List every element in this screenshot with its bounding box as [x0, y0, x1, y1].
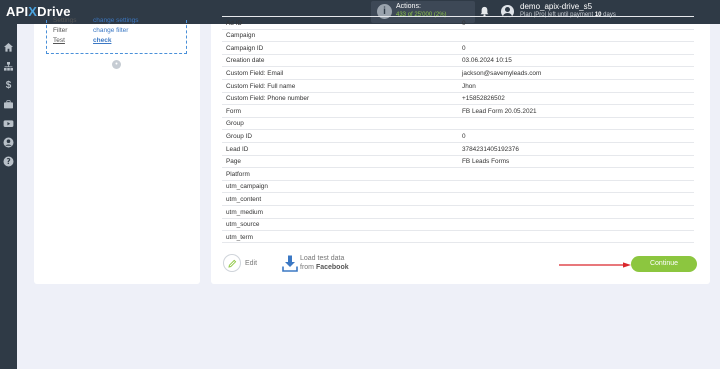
check-link[interactable]: check: [93, 37, 111, 44]
field-value: +15852826502: [462, 95, 505, 103]
field-key: Lead ID: [226, 145, 249, 153]
sidebar: $ ?: [0, 24, 17, 369]
field-value: FB Lead Form 20.05.2021: [462, 107, 537, 115]
expand-dot-icon[interactable]: •: [112, 60, 121, 69]
field-value: jackson@savemyleads.com: [462, 69, 542, 77]
actions-label: Actions:: [396, 3, 421, 10]
field-row: Platform: [222, 167, 694, 180]
field-key: utm_content: [226, 195, 262, 203]
field-row: Group ID 0: [222, 129, 694, 142]
field-row: Ad ID 0: [222, 16, 694, 29]
field-row: Creation date 03.06.2024 10:15: [222, 53, 694, 67]
help-icon[interactable]: ?: [3, 156, 14, 167]
field-key: Custom Field: Full name: [226, 82, 296, 90]
svg-text:?: ?: [6, 157, 10, 166]
field-value: 0: [462, 19, 466, 27]
field-row: Page FB Leads Forms: [222, 154, 694, 168]
field-key: Custom Field: Phone number: [226, 95, 310, 103]
pencil-icon: [228, 259, 237, 268]
edit-button[interactable]: [223, 254, 241, 272]
field-value: 03.06.2024 10:15: [462, 57, 512, 65]
field-key: Campaign: [226, 32, 256, 40]
field-row: utm_campaign: [222, 179, 694, 193]
step-summary-box: Settings change settings Filter change f…: [46, 17, 187, 54]
left-settings-panel: Settings change settings Filter change f…: [34, 17, 200, 284]
field-row: utm_term: [222, 230, 694, 243]
field-row: Campaign ID 0: [222, 41, 694, 54]
field-value: 0: [462, 44, 466, 52]
field-key: Campaign ID: [226, 44, 264, 52]
field-key: Creation date: [226, 57, 265, 65]
settings-row: Settings change settings: [53, 17, 139, 24]
load-source-name: Facebook: [315, 264, 349, 271]
settings-key: Settings: [53, 17, 77, 24]
field-key: utm_term: [226, 233, 253, 241]
field-key: utm_campaign: [226, 183, 268, 191]
field-key: utm_source: [226, 221, 260, 229]
load-source-prefix: from: [300, 264, 316, 271]
field-key: utm_medium: [226, 208, 263, 216]
sitemap-icon[interactable]: [3, 61, 14, 72]
field-row: utm_medium: [222, 205, 694, 218]
field-row: utm_content: [222, 192, 694, 205]
load-test-data-label[interactable]: Load test data: [300, 255, 344, 262]
logo-text-api: API: [6, 4, 29, 19]
field-row: Custom Field: Email jackson@savemyleads.c…: [222, 66, 694, 79]
field-row: Custom Field: Full name Jhon: [222, 79, 694, 92]
dollar-icon[interactable]: $: [3, 80, 14, 91]
field-value: 3784231405192376: [462, 145, 519, 153]
filter-row: Filter change filter: [53, 27, 128, 34]
test-key[interactable]: Test: [53, 37, 65, 44]
home-icon[interactable]: [3, 42, 14, 53]
test-data-panel: Ad ID 0 Campaign Campaign ID 0 Creation date 0…: [211, 16, 710, 284]
field-value: Jhon: [462, 82, 476, 90]
field-row: Lead ID 3784231405192376: [222, 142, 694, 155]
field-row: Group: [222, 116, 694, 130]
logo-text-x: X: [28, 4, 38, 19]
change-settings-link[interactable]: change settings: [93, 17, 139, 24]
field-value: 0: [462, 132, 466, 140]
field-value: FB Leads Forms: [462, 158, 510, 166]
download-icon[interactable]: [282, 255, 298, 272]
load-source-label[interactable]: from Facebook: [300, 264, 349, 271]
field-row: Form FB Lead Form 20.05.2021: [222, 104, 694, 117]
field-key: Group ID: [226, 132, 252, 140]
field-key: Group: [226, 120, 244, 128]
field-key: Ad ID: [226, 19, 242, 27]
field-key: Custom Field: Email: [226, 69, 284, 77]
field-row: utm_source: [222, 217, 694, 231]
username[interactable]: demo_apix-drive_s5: [520, 2, 592, 11]
field-row: Custom Field: Phone number +15852826502: [222, 91, 694, 105]
field-key: Page: [226, 158, 241, 166]
youtube-icon[interactable]: [3, 118, 14, 129]
field-key: Platform: [226, 170, 250, 178]
continue-button[interactable]: Continue: [631, 256, 697, 272]
field-key: Form: [226, 107, 241, 115]
edit-label[interactable]: Edit: [245, 260, 257, 267]
test-row: Test check: [53, 37, 111, 44]
field-row: Campaign: [222, 28, 694, 42]
briefcase-icon[interactable]: [3, 99, 14, 110]
user-icon[interactable]: [3, 137, 14, 148]
filter-key: Filter: [53, 27, 68, 34]
change-filter-link[interactable]: change filter: [93, 27, 128, 34]
red-arrow-icon: [559, 262, 631, 268]
